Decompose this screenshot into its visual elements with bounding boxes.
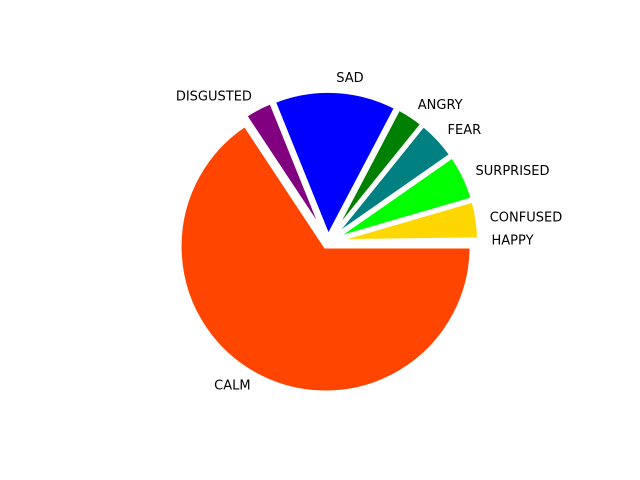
slice-label-angry: ANGRY (418, 98, 463, 113)
pie-chart-canvas: HAPPY CONFUSED SURPRISED FEAR ANGRY SAD DISGUS… (176, 71, 563, 395)
slice-label-sad: SAD (336, 71, 363, 86)
slice-label-happy: HAPPY (492, 233, 534, 248)
slice-label-calm: CALM (214, 379, 250, 394)
slices-group (177, 88, 482, 395)
slice-label-surprised: SURPRISED (476, 164, 550, 179)
slice-label-disgusted: DISGUSTED (176, 90, 252, 105)
slice-label-confused: CONFUSED (490, 210, 563, 225)
slice-label-fear: FEAR (448, 123, 482, 138)
pie-chart: HAPPY CONFUSED SURPRISED FEAR ANGRY SAD DISGUS… (0, 0, 640, 480)
